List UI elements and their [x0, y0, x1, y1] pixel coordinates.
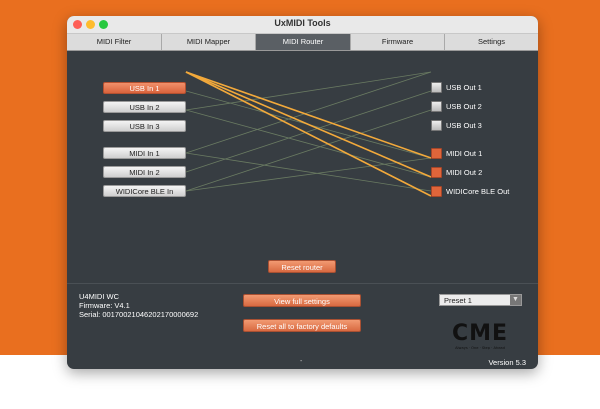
serial-number: Serial: 00170021046202170000692: [79, 310, 199, 319]
divider: [67, 283, 538, 284]
logo-tagline: Always · One · Step · Ahead: [455, 346, 505, 350]
output-checkbox[interactable]: [431, 120, 442, 131]
app-version: Version 5.3: [488, 358, 526, 367]
output-label: WIDICore BLE Out: [446, 187, 510, 196]
output-label: USB Out 1: [446, 83, 482, 92]
output-label: USB Out 3: [446, 121, 482, 130]
midi-router-panel: USB In 1 USB In 2 USB In 3 MIDI In 1 MID…: [67, 51, 538, 286]
tab-midi-router[interactable]: MIDI Router: [256, 34, 351, 50]
output-checkbox[interactable]: [431, 167, 442, 178]
tab-settings[interactable]: Settings: [445, 34, 538, 50]
input-usb-in-3[interactable]: USB In 3: [103, 120, 186, 132]
tab-midi-filter[interactable]: MIDI Filter: [67, 34, 162, 50]
cme-logo: CME Always · One · Step · Ahead: [440, 318, 520, 352]
tab-bar: MIDI Filter MIDI Mapper MIDI Router Firm…: [67, 34, 538, 51]
input-usb-in-2[interactable]: USB In 2: [103, 101, 186, 113]
tab-midi-mapper[interactable]: MIDI Mapper: [162, 34, 256, 50]
output-label: USB Out 2: [446, 102, 482, 111]
firmware-version: Firmware: V4.1: [79, 301, 130, 310]
preset-select[interactable]: Preset 1 ▼: [439, 294, 522, 306]
output-checkbox[interactable]: [431, 148, 442, 159]
status-separator: -: [300, 358, 303, 365]
logo-wordmark: CME: [452, 321, 508, 346]
output-checkbox[interactable]: [431, 101, 442, 112]
cme-logo-graphic: CME Always · One · Step · Ahead: [452, 321, 508, 350]
input-usb-in-1[interactable]: USB In 1: [103, 82, 186, 94]
chevron-down-icon[interactable]: ▼: [510, 295, 521, 305]
output-checkbox[interactable]: [431, 186, 442, 197]
input-midi-in-1[interactable]: MIDI In 1: [103, 147, 186, 159]
input-midi-in-2[interactable]: MIDI In 2: [103, 166, 186, 178]
output-label: MIDI Out 2: [446, 168, 483, 177]
view-full-settings-button[interactable]: View full settings: [243, 294, 361, 307]
app-window: UxMIDI Tools MIDI Filter MIDI Mapper MID…: [67, 16, 538, 369]
preset-value: Preset 1: [444, 296, 472, 305]
input-widicore-ble-in[interactable]: WIDICore BLE In: [103, 185, 186, 197]
output-label: MIDI Out 1: [446, 149, 483, 158]
tab-firmware[interactable]: Firmware: [351, 34, 445, 50]
device-name: U4MIDI WC: [79, 292, 119, 301]
window-title: UxMIDI Tools: [274, 18, 331, 28]
title-bar: UxMIDI Tools: [67, 16, 538, 34]
factory-reset-button[interactable]: Reset all to factory defaults: [243, 319, 361, 332]
reset-router-button[interactable]: Reset router: [268, 260, 336, 273]
output-checkbox[interactable]: [431, 82, 442, 93]
